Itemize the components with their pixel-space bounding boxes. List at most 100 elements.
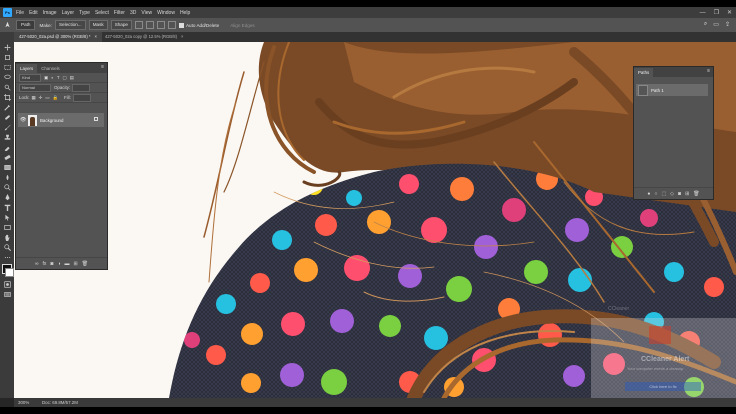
lock-pixels-icon[interactable]: ▦ (32, 95, 36, 101)
ccleaner-alert[interactable]: CCleaner Alert Your computer needs a cle… (591, 318, 736, 398)
path-selection-tool-icon[interactable] (3, 213, 11, 221)
tab-document-1[interactable]: 427-5020_02a.psd @ 300% (RGB/8) * × (14, 32, 102, 42)
tools-panel (0, 32, 14, 398)
pen-mode-select[interactable]: Path (16, 20, 36, 30)
filter-smart-icon[interactable]: ▤ (70, 75, 74, 81)
path-operations-icon[interactable] (134, 21, 143, 29)
rectangle-tool-icon[interactable] (3, 223, 11, 231)
restore-button[interactable]: ❐ (714, 9, 719, 16)
new-path-icon[interactable]: ⊞ (685, 191, 689, 197)
document-size[interactable]: Doc: 69.8M/57.2M (42, 400, 78, 405)
menu-3d[interactable]: 3D (130, 10, 136, 16)
menu-type[interactable]: Type (79, 10, 90, 16)
tab-layers[interactable]: Layers (16, 64, 38, 73)
trash-icon[interactable]: 🗑 (693, 191, 699, 197)
menu-edit[interactable]: Edit (29, 10, 38, 16)
opacity-field[interactable] (72, 83, 91, 92)
letterbox-top (0, 0, 736, 7)
shape-button[interactable]: Shape (110, 20, 132, 30)
fill-path-icon[interactable]: ● (647, 191, 650, 197)
tab-paths[interactable]: Paths (634, 68, 654, 77)
marquee-tool-icon[interactable] (3, 63, 11, 71)
filter-shape-icon[interactable]: ▢ (63, 75, 67, 81)
panel-menu-icon[interactable]: ≡ (101, 64, 104, 70)
pen-tool-preset-icon[interactable] (4, 21, 12, 29)
tab-label: 427-5020_02a copy @ 12.5% (RGB/8) (105, 34, 177, 39)
adjustment-icon[interactable]: ◑ (57, 261, 60, 267)
fill-field[interactable] (72, 93, 91, 102)
filter-pixel-icon[interactable]: ▣ (44, 75, 48, 81)
lasso-tool-icon[interactable] (3, 73, 11, 81)
move-tool-icon[interactable] (3, 43, 11, 51)
mask-icon[interactable]: ◙ (678, 191, 681, 197)
menu-select[interactable]: Select (95, 10, 109, 16)
load-selection-icon[interactable]: ⬚ (661, 191, 666, 197)
stroke-path-icon[interactable]: ○ (654, 191, 657, 197)
blur-tool-icon[interactable] (3, 173, 11, 181)
mask-icon[interactable]: ◙ (50, 261, 53, 267)
pen-tool-icon[interactable] (3, 193, 11, 201)
eyedropper-tool-icon[interactable] (3, 103, 11, 111)
type-tool-icon[interactable] (3, 203, 11, 211)
path-arrangement-icon[interactable] (156, 21, 165, 29)
screen-mode-icon[interactable] (3, 290, 11, 298)
filter-type-icon[interactable]: T (57, 75, 60, 80)
minimize-button[interactable]: — (700, 10, 706, 16)
path-row-path-1[interactable]: Path 1 (636, 84, 708, 96)
dodge-tool-icon[interactable] (3, 183, 11, 191)
crop-tool-icon[interactable] (3, 93, 11, 101)
background-color-swatch[interactable] (5, 268, 14, 277)
status-bar: 300% Doc: 69.8M/57.2M (14, 398, 736, 407)
photoshop-window: Ps File Edit Image Layer Type Select Fil… (0, 0, 736, 414)
brush-tool-icon[interactable] (3, 123, 11, 131)
filter-adjust-icon[interactable]: ◐ (51, 75, 54, 80)
lock-artboard-icon[interactable]: ▭ (45, 95, 49, 101)
mask-button[interactable]: Mask (88, 20, 108, 30)
hand-tool-icon[interactable] (3, 233, 11, 241)
artboard-tool-icon[interactable] (3, 53, 11, 61)
close-tab-icon[interactable]: × (95, 34, 97, 39)
layer-row-background[interactable]: 👁 Background (18, 113, 104, 127)
menu-file[interactable]: File (16, 10, 24, 16)
blend-mode-select[interactable]: Normal (19, 83, 51, 92)
make-path-icon[interactable]: ◇ (670, 191, 674, 197)
link-icon[interactable]: ∞ (35, 261, 39, 267)
selection-button[interactable]: Selection... (54, 20, 86, 30)
workspace-icon[interactable]: ▭ (713, 21, 719, 28)
quick-mask-icon[interactable] (3, 280, 11, 288)
fx-icon[interactable]: fx (43, 261, 47, 267)
search-icon[interactable]: ⌕ (704, 21, 707, 28)
kind-filter-select[interactable]: Kind (19, 73, 41, 82)
menu-view[interactable]: View (141, 10, 152, 16)
folder-icon[interactable]: ▬ (64, 261, 69, 267)
trash-icon[interactable]: 🗑 (82, 261, 88, 267)
menu-layer[interactable]: Layer (62, 10, 75, 16)
healing-brush-tool-icon[interactable] (3, 113, 11, 121)
panel-menu-icon[interactable]: ≡ (707, 68, 710, 74)
tab-document-2[interactable]: 427-5020_02a copy @ 12.5% (RGB/8) × (100, 32, 188, 42)
tab-channels[interactable]: Channels (37, 64, 64, 73)
eraser-tool-icon[interactable] (3, 153, 11, 161)
close-window-button[interactable]: ✕ (727, 9, 732, 16)
history-brush-tool-icon[interactable] (3, 143, 11, 151)
zoom-tool-icon[interactable] (3, 243, 11, 251)
lock-position-icon[interactable]: ✛ (39, 95, 43, 101)
menu-filter[interactable]: Filter (114, 10, 125, 16)
quick-select-tool-icon[interactable] (3, 83, 11, 91)
menu-help[interactable]: Help (180, 10, 190, 16)
share-icon[interactable]: ⇪ (725, 21, 730, 28)
gear-icon[interactable] (167, 21, 176, 29)
menu-window[interactable]: Window (157, 10, 175, 16)
path-alignment-icon[interactable] (145, 21, 154, 29)
zoom-level[interactable]: 300% (14, 400, 42, 405)
more-tools-icon[interactable] (3, 253, 11, 261)
lock-all-icon[interactable]: 🔒 (53, 95, 58, 101)
eye-icon[interactable]: 👁 (20, 117, 26, 123)
gradient-tool-icon[interactable] (3, 163, 11, 171)
clone-stamp-tool-icon[interactable] (3, 133, 11, 141)
alert-action-button[interactable]: Click here to fix (625, 382, 701, 391)
new-layer-icon[interactable]: ⊞ (73, 261, 77, 267)
menu-image[interactable]: Image (43, 10, 57, 16)
auto-add-delete-checkbox[interactable] (178, 22, 184, 28)
close-tab-icon[interactable]: × (181, 34, 183, 39)
